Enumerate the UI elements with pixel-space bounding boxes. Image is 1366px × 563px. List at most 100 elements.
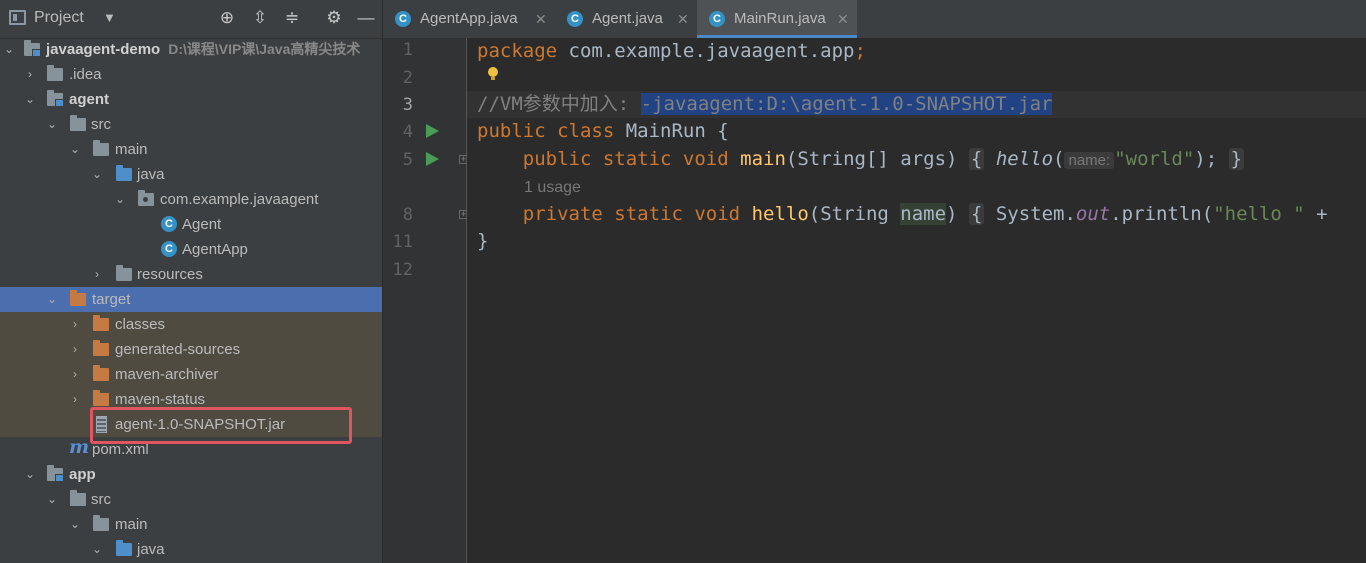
chevron-down-icon[interactable]: ⌄ <box>23 462 37 487</box>
tree-node-label: java <box>137 166 165 183</box>
close-icon[interactable]: ✕ <box>535 0 547 38</box>
tab-label: AgentApp.java <box>420 10 518 27</box>
folder-icon <box>47 65 63 81</box>
tab-label: MainRun.java <box>734 10 826 27</box>
chevron-right-icon[interactable]: › <box>68 312 82 337</box>
line-number: 5 <box>402 150 413 170</box>
line-number: 2 <box>402 68 413 88</box>
chevron-right-icon[interactable]: › <box>68 387 82 412</box>
close-icon[interactable]: ✕ <box>837 0 849 38</box>
source-folder-icon <box>116 165 132 181</box>
chevron-right-icon[interactable]: › <box>23 62 37 87</box>
tree-node-javaagent-demo[interactable]: ⌄ javaagent-demo D:\课程\VIP课\Java高精尖技术 <box>0 37 382 62</box>
folder-icon <box>70 490 86 506</box>
code-line-4: public class MainRun { <box>477 120 729 142</box>
tree-node-label: agent <box>69 91 110 108</box>
tree-node-app-java[interactable]: ⌄ java <box>0 537 382 562</box>
project-panel-header: Project ▼ ⊕ ⇳ ≑ ⚙ — <box>0 0 382 39</box>
chevron-down-icon[interactable]: ⌄ <box>90 162 104 187</box>
excluded-folder-icon <box>70 290 86 306</box>
excluded-folder-icon <box>93 390 109 406</box>
chevron-right-icon[interactable]: › <box>90 262 104 287</box>
code-editor[interactable]: package com.example.javaagent.app; //VM参… <box>467 38 1366 563</box>
collapse-all-icon[interactable]: ≑ <box>282 8 302 28</box>
usage-hint[interactable]: 1 usage <box>524 174 581 201</box>
folder-icon <box>93 515 109 531</box>
tree-node-agentapp-class[interactable]: C AgentApp <box>0 237 382 262</box>
tab-label: Agent.java <box>592 10 663 27</box>
java-class-icon: C <box>161 216 177 232</box>
chevron-down-icon[interactable]: ⌄ <box>90 537 104 562</box>
tree-node-maven-archiver[interactable]: › maven-archiver <box>0 362 382 387</box>
code-line-11: } <box>477 230 489 252</box>
tree-node-java[interactable]: ⌄ java <box>0 162 382 187</box>
tree-node-label: classes <box>115 316 166 333</box>
tree-node-label: src <box>91 116 111 133</box>
tree-node-classes[interactable]: › classes <box>0 312 382 337</box>
module-folder-icon <box>47 90 64 107</box>
run-icon[interactable] <box>426 152 439 166</box>
tree-node-resources[interactable]: › resources <box>0 262 382 287</box>
gear-icon[interactable]: ⚙ <box>324 8 344 28</box>
line-number: 4 <box>402 122 413 142</box>
tree-node-generated-sources[interactable]: › generated-sources <box>0 337 382 362</box>
project-tree: ⌄ javaagent-demo D:\课程\VIP课\Java高精尖技术 › .… <box>0 37 382 562</box>
chevron-right-icon[interactable]: › <box>68 362 82 387</box>
tree-node-idea[interactable]: › .idea <box>0 62 382 87</box>
close-icon[interactable]: ✕ <box>677 0 689 38</box>
tab-mainrun[interactable]: C MainRun.java ✕ <box>697 0 857 38</box>
maven-file-icon: m <box>69 436 90 458</box>
tree-node-label: com.example.javaagent <box>160 191 319 208</box>
tree-node-main[interactable]: ⌄ main <box>0 137 382 162</box>
expand-all-icon[interactable]: ⇳ <box>250 8 270 28</box>
module-folder-icon <box>24 40 41 57</box>
chevron-down-icon[interactable]: ▼ <box>103 10 116 25</box>
line-number: 11 <box>392 232 413 252</box>
tree-node-src[interactable]: ⌄ src <box>0 112 382 137</box>
tree-node-target[interactable]: ⌄ target <box>0 287 382 312</box>
chevron-down-icon[interactable]: ⌄ <box>68 137 82 162</box>
line-number: 3 <box>402 95 413 115</box>
run-icon[interactable] <box>426 124 439 138</box>
tree-node-label: Agent <box>182 216 222 233</box>
tree-node-label: generated-sources <box>115 341 241 358</box>
tree-node-label: src <box>91 491 111 508</box>
tab-agentapp[interactable]: C AgentApp.java ✕ <box>383 0 553 38</box>
tab-agent[interactable]: C Agent.java ✕ <box>555 0 697 38</box>
java-class-icon: C <box>567 11 583 27</box>
tree-node-app[interactable]: ⌄ app <box>0 462 382 487</box>
lightbulb-icon[interactable] <box>488 67 498 80</box>
chevron-down-icon[interactable]: ⌄ <box>45 487 59 512</box>
tree-node-label: app <box>69 466 96 483</box>
tree-node-path: D:\课程\VIP课\Java高精尖技术 <box>168 41 361 57</box>
project-panel: Project ▼ ⊕ ⇳ ≑ ⚙ — ⌄ javaagent-demo D:\课… <box>0 0 382 563</box>
excluded-folder-icon <box>93 340 109 356</box>
tree-node-app-main[interactable]: ⌄ main <box>0 512 382 537</box>
project-panel-title[interactable]: Project <box>34 9 84 27</box>
tree-node-label: maven-archiver <box>115 366 219 383</box>
code-line-3: //VM参数中加入: -javaagent:D:\agent-1.0-SNAPS… <box>477 93 1053 115</box>
folder-icon <box>93 140 109 156</box>
tree-node-agent-class[interactable]: C Agent <box>0 212 382 237</box>
tree-node-app-src[interactable]: ⌄ src <box>0 487 382 512</box>
line-number: 12 <box>392 260 413 280</box>
editor-gutter: 1 2 3 4 5 8 11 12 + + <box>383 38 468 563</box>
tree-node-label: main <box>115 516 148 533</box>
project-view-icon <box>9 10 26 25</box>
parameter-hint: name: <box>1064 152 1115 169</box>
chevron-down-icon[interactable]: ⌄ <box>113 187 127 212</box>
selected-text: -javaagent:D:\agent-1.0-SNAPSHOT.jar <box>640 93 1053 115</box>
tree-node-agent[interactable]: ⌄ agent <box>0 87 382 112</box>
chevron-down-icon[interactable]: ⌄ <box>68 512 82 537</box>
resources-folder-icon <box>116 265 132 281</box>
chevron-right-icon[interactable]: › <box>68 337 82 362</box>
chevron-down-icon[interactable]: ⌄ <box>45 287 59 312</box>
tree-node-label: AgentApp <box>182 241 248 258</box>
chevron-down-icon[interactable]: ⌄ <box>45 112 59 137</box>
chevron-down-icon[interactable]: ⌄ <box>2 37 16 62</box>
chevron-down-icon[interactable]: ⌄ <box>23 87 37 112</box>
minimize-icon[interactable]: — <box>356 8 376 28</box>
excluded-folder-icon <box>93 365 109 381</box>
locate-icon[interactable]: ⊕ <box>217 8 237 28</box>
tree-node-package[interactable]: ⌄ com.example.javaagent <box>0 187 382 212</box>
